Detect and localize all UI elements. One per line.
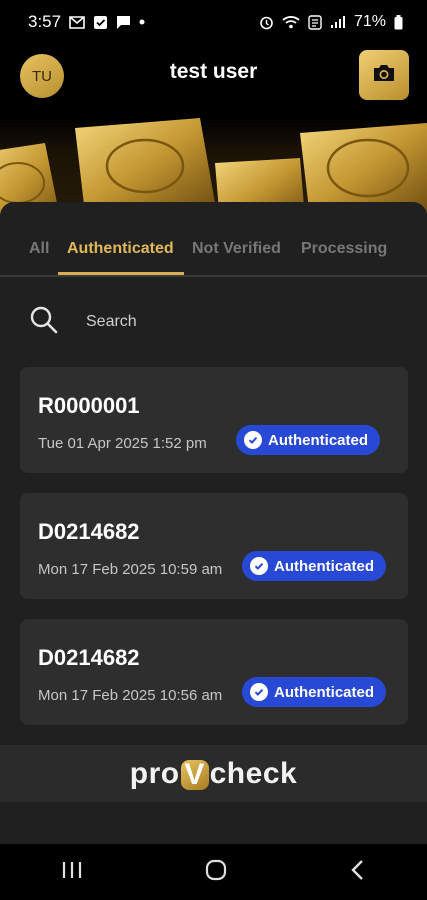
check-circle-icon	[250, 557, 268, 575]
camera-icon	[372, 63, 396, 88]
alarm-icon	[259, 15, 274, 30]
recent-apps-icon[interactable]	[61, 860, 83, 885]
status-time: 3:57	[28, 12, 62, 31]
mobile-data-icon	[308, 14, 322, 30]
item-date: Tue 01 Apr 2025 1:52 pm	[38, 435, 207, 452]
brand-suffix: check	[209, 756, 298, 790]
battery-percent: 71%	[353, 13, 386, 30]
brand-logo: pro Vcheck	[130, 757, 297, 791]
status-badge: Authenticated	[242, 551, 387, 581]
search-bar[interactable]: Search	[28, 302, 408, 342]
status-bar: 3:57 71%	[0, 0, 427, 44]
status-label: Authenticated	[274, 683, 375, 701]
message-icon	[116, 15, 131, 30]
brand-prefix: pro	[129, 756, 180, 790]
item-date: Mon 17 Feb 2025 10:56 am	[38, 687, 223, 704]
item-date: Mon 17 Feb 2025 10:59 am	[38, 561, 223, 578]
checkbox-icon	[93, 15, 108, 30]
tab-all[interactable]: All	[29, 240, 49, 258]
list-item[interactable]: D0214682 Mon 17 Feb 2025 10:56 am Authen…	[20, 619, 408, 725]
wifi-icon	[282, 15, 300, 29]
system-nav-bar	[0, 845, 427, 900]
list-item[interactable]: R0000001 Tue 01 Apr 2025 1:52 pm Authent…	[20, 367, 408, 473]
status-badge: Authenticated	[236, 425, 381, 455]
camera-button[interactable]	[359, 50, 409, 100]
status-label: Authenticated	[268, 431, 369, 449]
tab-processing[interactable]: Processing	[301, 240, 387, 258]
app-header: TU test user	[0, 44, 427, 110]
search-icon	[28, 304, 60, 341]
status-badge: Authenticated	[242, 677, 387, 707]
gmail-icon	[69, 15, 85, 29]
item-id: D0214682	[38, 519, 140, 544]
back-icon[interactable]	[350, 859, 366, 886]
tab-not-verified[interactable]: Not Verified	[192, 240, 281, 258]
home-icon[interactable]	[204, 858, 228, 887]
check-circle-icon	[250, 683, 268, 701]
search-input[interactable]: Search	[86, 313, 137, 331]
battery-icon	[394, 14, 403, 30]
list-item[interactable]: D0214682 Mon 17 Feb 2025 10:59 am Authen…	[20, 493, 408, 599]
brand-footer: pro Vcheck	[0, 745, 427, 802]
item-id: R0000001	[38, 393, 140, 418]
status-label: Authenticated	[274, 557, 375, 575]
active-tab-indicator	[58, 272, 184, 275]
check-circle-icon	[244, 431, 262, 449]
tab-bar: All Authenticated Not Verified Processin…	[0, 202, 427, 277]
signal-icon	[330, 15, 346, 29]
brand-mark: V	[180, 759, 209, 790]
item-id: D0214682	[38, 645, 140, 670]
dot-icon	[139, 19, 145, 25]
tab-authenticated[interactable]: Authenticated	[67, 240, 174, 258]
